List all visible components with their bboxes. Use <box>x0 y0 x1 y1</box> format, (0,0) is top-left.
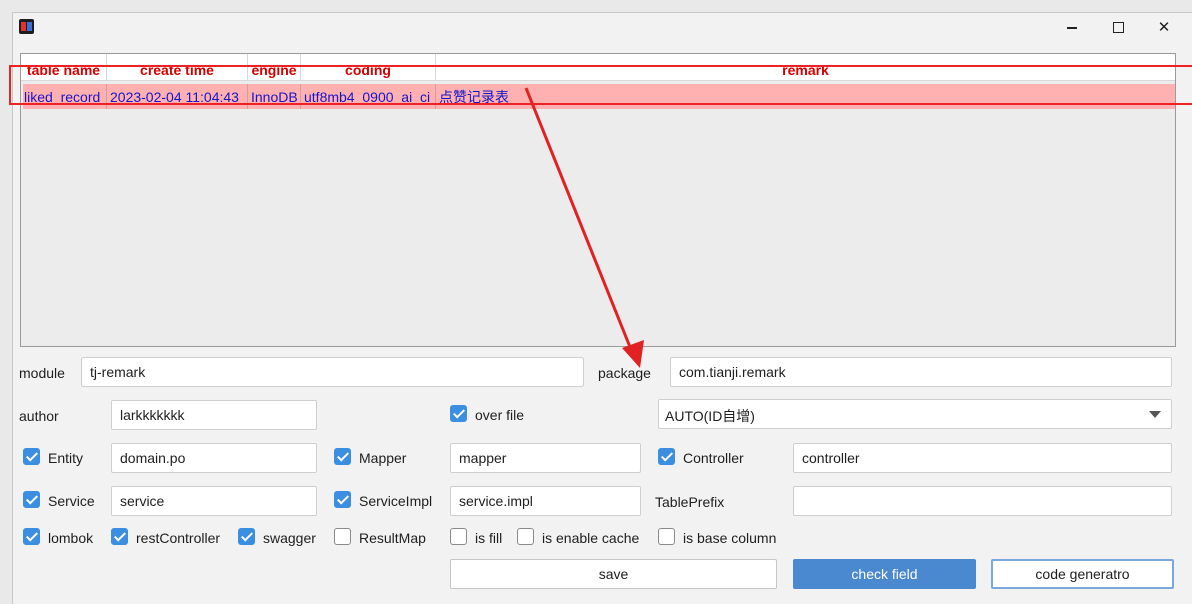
annotation-arrow-head <box>622 340 644 368</box>
annotation-arrow-line <box>524 87 634 353</box>
annotation-arrow-icon <box>524 87 644 368</box>
